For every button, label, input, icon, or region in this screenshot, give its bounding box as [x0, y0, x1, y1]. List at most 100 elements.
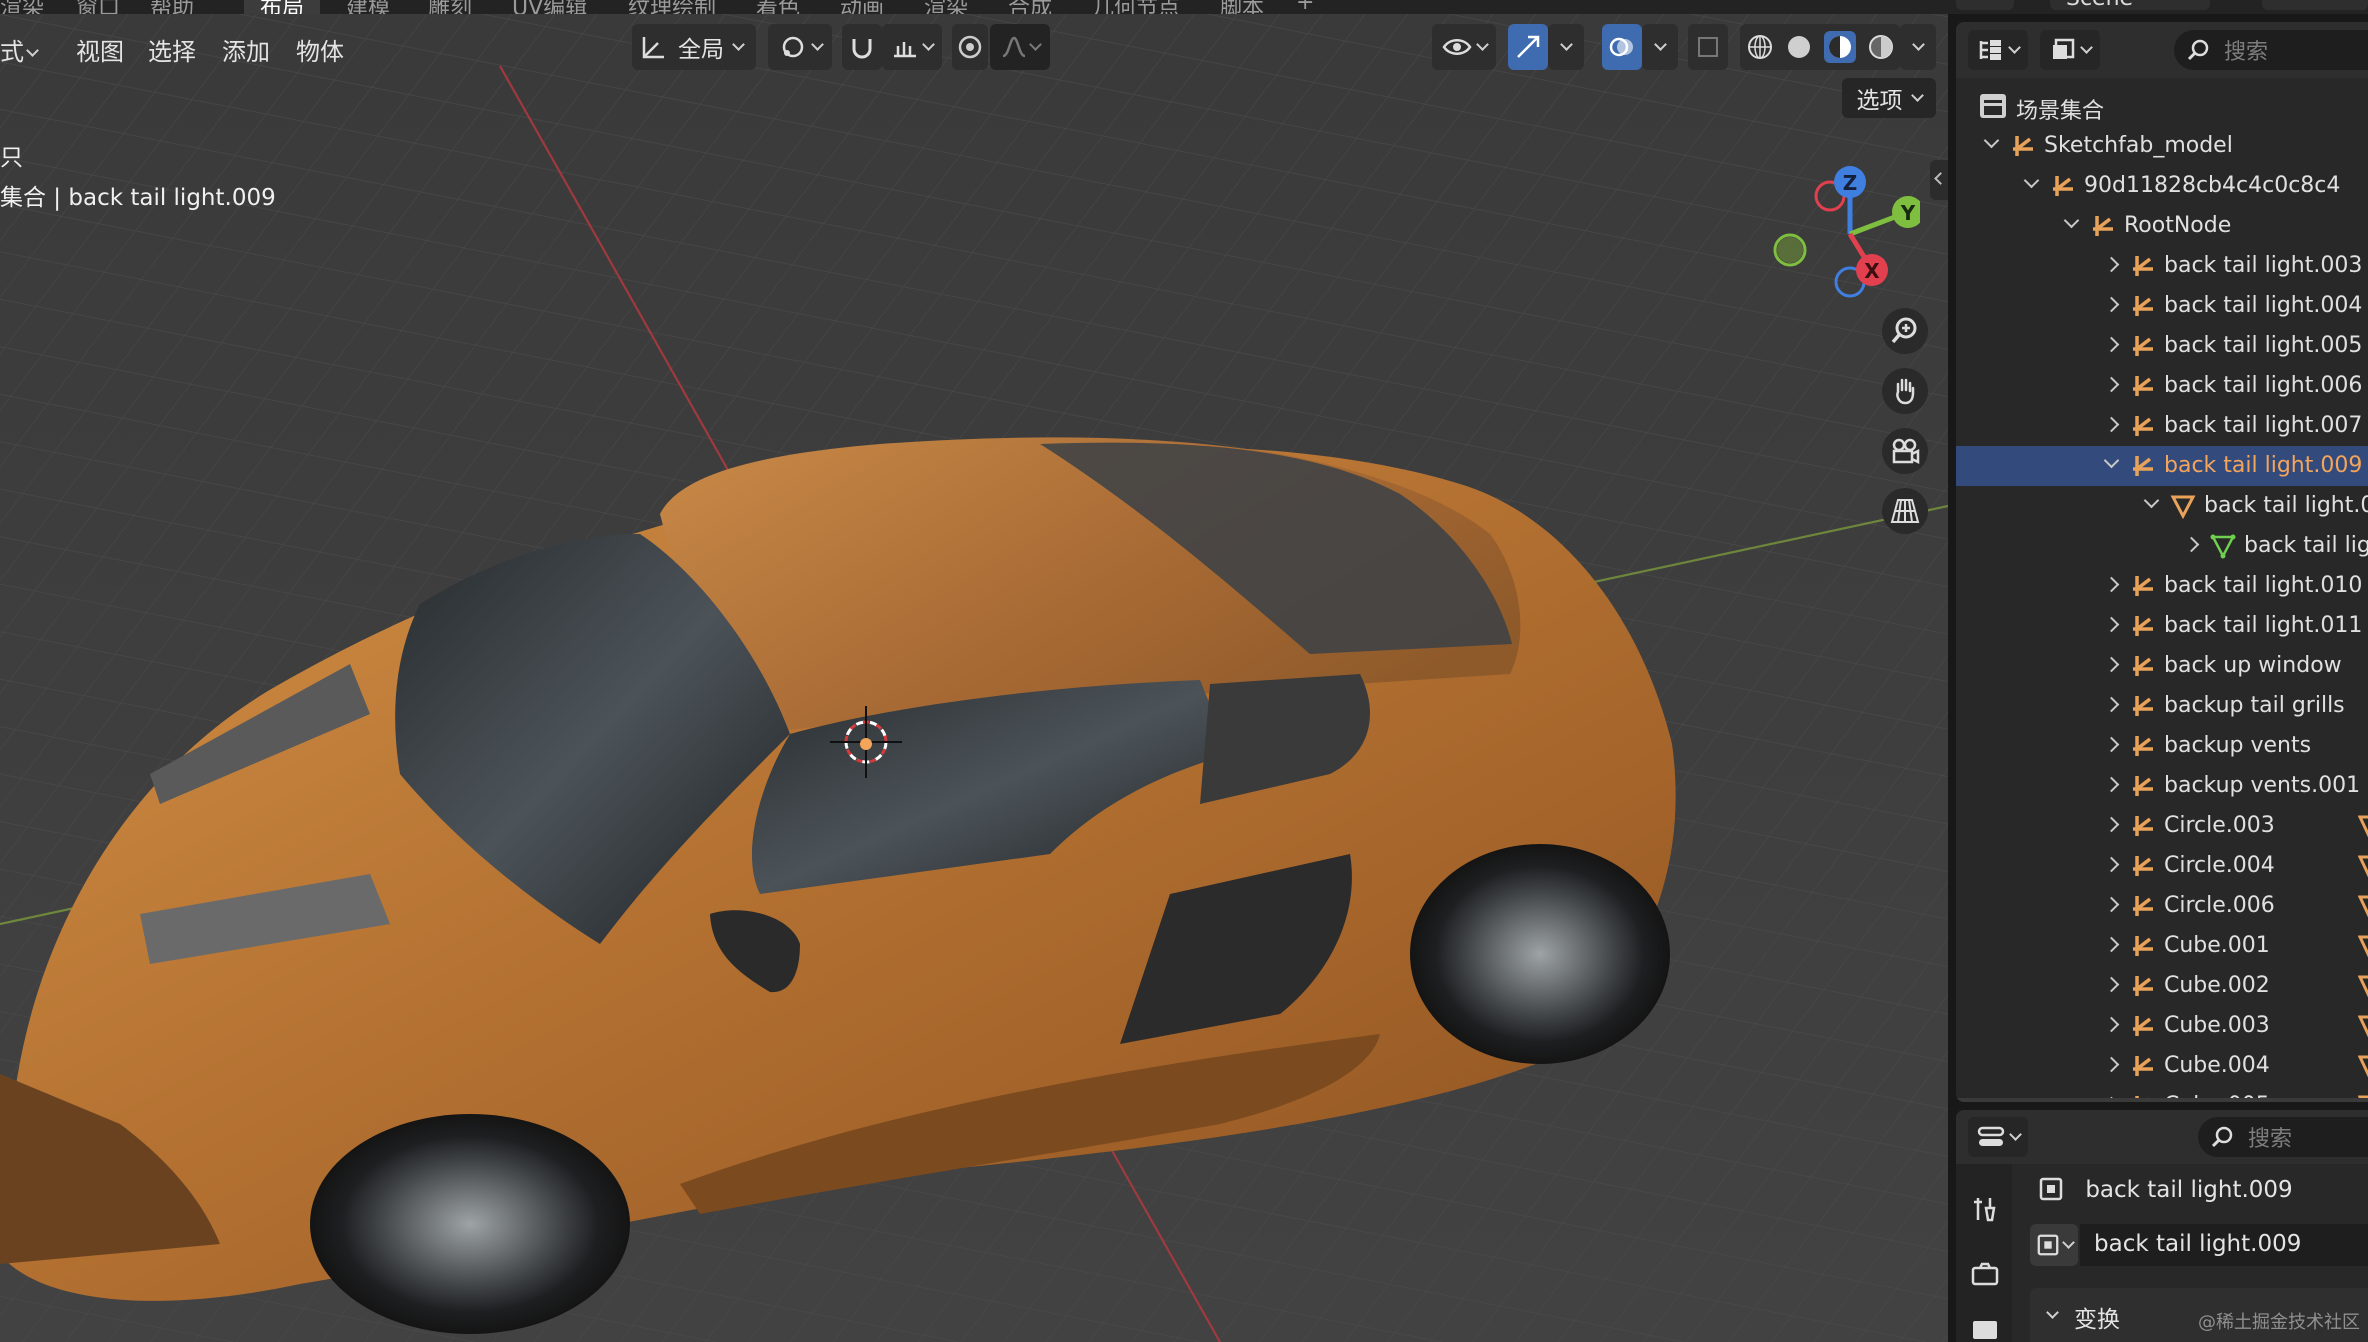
scene-icon[interactable] [1956, 0, 2014, 10]
menu-object[interactable]: 物体 [296, 32, 344, 67]
chevron-down-icon[interactable] [2143, 492, 2160, 509]
chevron-right-icon[interactable] [2103, 936, 2120, 953]
chevron-right-icon[interactable] [2103, 696, 2120, 713]
scene-selector[interactable]: Scene [2050, 0, 2210, 10]
tab-texture-paint[interactable]: 纹理绘制 [628, 0, 716, 14]
chevron-right-icon[interactable] [2103, 656, 2120, 673]
camera-view-button[interactable] [1882, 428, 1928, 474]
chevron-right-icon[interactable] [2103, 336, 2120, 353]
mesh-child-icon[interactable] [2358, 1014, 2368, 1038]
tool-tab-icon[interactable] [1970, 1194, 2000, 1224]
sidebar-toggle-arrow[interactable] [1930, 160, 1948, 200]
outliner-row[interactable]: Circle.006 [1956, 886, 2368, 926]
transform-orientation-dropdown[interactable]: 全局 [632, 24, 756, 70]
outliner-row[interactable]: Circle.003 [1956, 806, 2368, 846]
tab-shading[interactable]: 着色 [756, 0, 800, 14]
chevron-right-icon[interactable] [2103, 616, 2120, 633]
tab-geometry-nodes[interactable]: 几何节点 [1092, 0, 1180, 14]
outliner-row[interactable]: Cube.001 [1956, 926, 2368, 966]
chevron-down-icon[interactable] [2103, 452, 2120, 469]
chevron-right-icon[interactable] [2103, 776, 2120, 793]
chevron-right-icon[interactable] [2103, 896, 2120, 913]
menu-window[interactable]: 窗口 [76, 0, 120, 14]
view-layer-controls[interactable] [2262, 0, 2368, 10]
tab-layout[interactable]: 布局 [244, 0, 321, 14]
chevron-down-icon[interactable] [1983, 132, 2000, 149]
overlays-toggle[interactable] [1602, 24, 1642, 70]
outliner-row[interactable]: Circle.004 [1956, 846, 2368, 886]
viewport-scene[interactable] [0, 14, 1948, 1342]
chevron-right-icon[interactable] [2103, 856, 2120, 873]
menu-select[interactable]: 选择 [148, 32, 196, 67]
outliner-row[interactable]: back tail light.011 [1956, 606, 2368, 646]
snap-toggle[interactable] [842, 24, 882, 70]
chevron-down-icon[interactable] [2063, 212, 2080, 229]
outliner-row[interactable]: backup tail grills [1956, 686, 2368, 726]
outliner-row[interactable]: Cube.003 [1956, 1006, 2368, 1046]
outliner-row[interactable]: RootNode [1956, 206, 2368, 246]
properties-editor-type-dropdown[interactable] [1968, 1117, 2028, 1157]
mesh-child-icon[interactable] [2358, 1054, 2368, 1078]
material-preview-shading-icon[interactable] [1823, 31, 1856, 63]
chevron-right-icon[interactable] [2103, 816, 2120, 833]
perspective-toggle-button[interactable] [1882, 488, 1928, 534]
tab-modeling[interactable]: 建模 [346, 0, 390, 14]
outliner-row[interactable]: back tail light.004 [1956, 286, 2368, 326]
gizmo-toggle[interactable] [1508, 24, 1548, 70]
wireframe-shading-icon[interactable] [1746, 33, 1774, 61]
outliner-row[interactable]: backup vents [1956, 726, 2368, 766]
outliner-row[interactable]: back tail light.005 [1956, 326, 2368, 366]
gizmo-dropdown[interactable] [1548, 24, 1584, 70]
outliner-row[interactable]: Cube.002 [1956, 966, 2368, 1006]
chevron-right-icon[interactable] [2183, 536, 2200, 553]
solid-shading-icon[interactable] [1785, 33, 1813, 61]
mesh-child-icon[interactable] [2358, 974, 2368, 998]
proportional-falloff-dropdown[interactable] [990, 24, 1050, 70]
snap-target-dropdown[interactable] [882, 24, 942, 70]
menu-view[interactable]: 视图 [76, 32, 124, 67]
outliner-row[interactable]: back tail light.009 [1956, 526, 2368, 566]
outliner-row[interactable]: backup vents.001 [1956, 766, 2368, 806]
chevron-right-icon[interactable] [2103, 1016, 2120, 1033]
outliner-row[interactable]: 90d11828cb4c4c0c8c4 [1956, 166, 2368, 206]
pan-button[interactable] [1882, 368, 1928, 414]
object-data-selector[interactable] [2030, 1224, 2078, 1266]
chevron-right-icon[interactable] [2103, 416, 2120, 433]
object-name-field[interactable]: back tail light.009 [2080, 1224, 2368, 1266]
zoom-button[interactable] [1882, 308, 1928, 354]
navigation-gizmo[interactable]: Z Y X [1760, 144, 1920, 314]
chevron-right-icon[interactable] [2103, 976, 2120, 993]
outliner-row[interactable]: back tail light.003 [1956, 246, 2368, 286]
mesh-child-icon[interactable] [2358, 894, 2368, 918]
xray-toggle[interactable] [1688, 24, 1728, 70]
chevron-down-icon[interactable] [2023, 172, 2040, 189]
overlays-dropdown[interactable] [1642, 24, 1678, 70]
add-workspace-button[interactable]: + [1296, 0, 1314, 14]
chevron-right-icon[interactable] [2103, 296, 2120, 313]
outliner-horizontal-scrollbar[interactable] [1956, 1098, 2368, 1102]
outliner-row[interactable]: back tail light.009 [1956, 486, 2368, 526]
mesh-child-icon[interactable] [2358, 854, 2368, 878]
properties-search-field[interactable]: 搜索 [2198, 1117, 2368, 1157]
mesh-child-icon[interactable] [2358, 934, 2368, 958]
outliner-row[interactable]: Sketchfab_model [1956, 126, 2368, 166]
menu-add[interactable]: 添加 [222, 32, 270, 67]
outliner-row[interactable]: back tail light.007 [1956, 406, 2368, 446]
output-tab-icon[interactable] [1970, 1318, 2000, 1342]
chevron-right-icon[interactable] [2103, 256, 2120, 273]
outliner-search-field[interactable]: 搜索 [2174, 30, 2368, 70]
tab-compositing[interactable]: 合成 [1008, 0, 1052, 14]
chevron-right-icon[interactable] [2103, 576, 2120, 593]
outliner-row[interactable]: back tail light.010 [1956, 566, 2368, 606]
mesh-child-icon[interactable] [2358, 814, 2368, 838]
outliner-row[interactable]: Cube.004 [1956, 1046, 2368, 1086]
outliner-row[interactable]: back tail light.009 [1956, 446, 2368, 486]
3d-viewport[interactable]: 式 视图 选择 添加 物体 全局 只 集合 | back tail light.… [0, 14, 1948, 1342]
render-tab-icon[interactable] [1970, 1260, 2000, 1290]
tab-sculpting[interactable]: 雕刻 [428, 0, 472, 14]
proportional-editing-toggle[interactable] [952, 24, 988, 70]
chevron-right-icon[interactable] [2103, 1056, 2120, 1073]
options-dropdown[interactable]: 选项 [1842, 78, 1936, 118]
visibility-dropdown[interactable] [1432, 24, 1496, 70]
scene-collection-row[interactable]: 场景集合 [1956, 86, 2368, 126]
